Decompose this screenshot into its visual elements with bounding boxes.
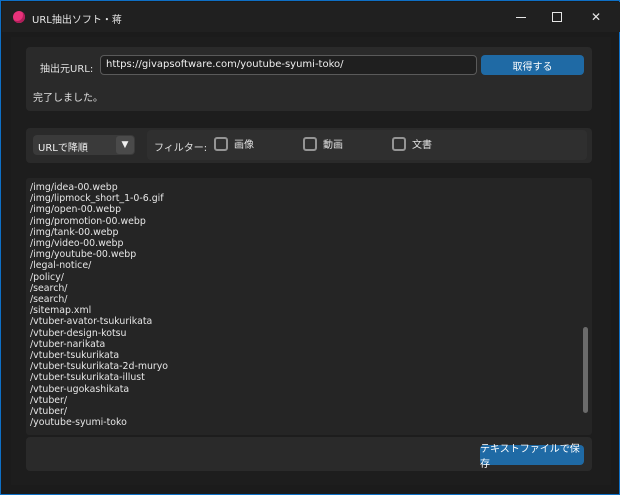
result-line: /search/ [30, 282, 68, 294]
maximize-button[interactable] [538, 2, 576, 32]
url-label: 抽出元URL: [40, 64, 94, 75]
app-window: URL抽出ソフト・蒋 ✕ 抽出元URL: https://givapsoftwa… [0, 0, 620, 495]
result-line: /img/open-00.webp [30, 204, 122, 216]
result-line: /img/tank-00.webp [30, 226, 119, 238]
bottom-bar: テキストファイルで保存 [26, 437, 592, 471]
minimize-icon [516, 16, 526, 18]
url-panel: 抽出元URL: https://givapsoftware.com/youtub… [26, 47, 592, 111]
result-line: /img/promotion-00.webp [30, 215, 146, 227]
checkbox-icon[interactable] [214, 136, 228, 151]
results-list[interactable]: /img/idea-00.webp/img/lipmock_short_1-0-… [30, 182, 575, 431]
results-textbox[interactable]: /img/idea-00.webp/img/lipmock_short_1-0-… [26, 178, 592, 435]
result-line: /vtuber/ [30, 394, 68, 406]
sort-dropdown[interactable]: URLで降順 ▼ [33, 135, 135, 155]
sort-dropdown-value: URLで降順 [38, 143, 88, 154]
filter-document-label: 文書 [412, 140, 432, 151]
result-line: /img/youtube-00.webp [30, 249, 137, 261]
close-icon: ✕ [590, 10, 602, 24]
filter-group: フィルター: 画像 動画 文書 [147, 130, 587, 160]
result-line: /vtuber/ [30, 406, 68, 418]
result-line: /img/lipmock_short_1-0-6.gif [30, 193, 164, 205]
result-line: /youtube-syumi-toko [30, 417, 127, 429]
result-line: /vtuber-design-kotsu [30, 327, 127, 339]
result-line: /img/idea-00.webp [30, 182, 118, 193]
result-line: /vtuber-tsukurikata-illust [30, 372, 145, 384]
scrollbar[interactable] [583, 181, 589, 431]
filter-image-checkbox[interactable]: 画像 [214, 136, 254, 151]
minimize-button[interactable] [502, 2, 540, 32]
title-bar: URL抽出ソフト・蒋 ✕ [2, 2, 620, 32]
result-line: /vtuber-avator-tsukurikata [30, 316, 153, 328]
result-line: /vtuber-ugokashikata [30, 383, 130, 395]
filter-panel: URLで降順 ▼ フィルター: 画像 動画 文書 [26, 128, 592, 163]
save-to-text-file-button[interactable]: テキストファイルで保存 [480, 444, 584, 470]
maximize-icon [552, 12, 562, 22]
filter-label: フィルター: [154, 143, 208, 154]
result-line: /vtuber-tsukurikata [30, 350, 120, 362]
result-line: /img/video-00.webp [30, 238, 124, 250]
filter-document-checkbox[interactable]: 文書 [392, 136, 432, 151]
window-title: URL抽出ソフト・蒋 [32, 15, 122, 26]
checkbox-icon[interactable] [392, 136, 406, 151]
close-button[interactable]: ✕ [577, 2, 615, 32]
filter-video-label: 動画 [323, 140, 343, 151]
filter-image-label: 画像 [234, 140, 254, 151]
fetch-button[interactable]: 取得する [481, 55, 584, 75]
filter-video-checkbox[interactable]: 動画 [303, 136, 343, 151]
result-line: /vtuber-narikata [30, 338, 106, 350]
result-line: /legal-notice/ [30, 260, 92, 272]
chevron-down-icon[interactable]: ▼ [116, 136, 134, 154]
result-line: /sitemap.xml [30, 305, 92, 317]
result-line: /policy/ [30, 271, 64, 283]
status-text: 完了しました。 [33, 93, 103, 104]
app-logo-icon [13, 11, 25, 23]
url-input[interactable]: https://givapsoftware.com/youtube-syumi-… [100, 55, 477, 75]
scrollbar-thumb[interactable] [583, 327, 588, 413]
result-line: /search/ [30, 294, 68, 306]
client-area: 抽出元URL: https://givapsoftware.com/youtub… [11, 37, 611, 485]
checkbox-icon[interactable] [303, 136, 317, 151]
result-line: /vtuber-tsukurikata-2d-muryo [30, 361, 169, 373]
